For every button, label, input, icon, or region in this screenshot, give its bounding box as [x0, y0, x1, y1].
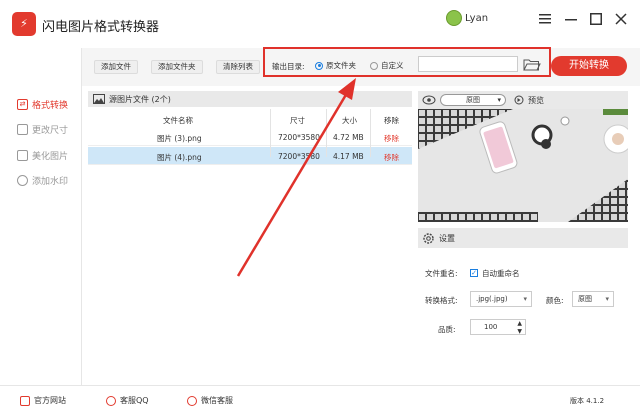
output-path-input[interactable] — [418, 56, 518, 72]
column-divider — [270, 109, 271, 157]
file-list-header: 源图片文件 (2个) — [88, 91, 412, 107]
auto-rename-checkbox[interactable]: ✓ — [470, 269, 478, 277]
qq-support-link[interactable]: 客服QQ — [106, 395, 149, 406]
remove-link[interactable]: 移除 — [384, 152, 399, 163]
radio-on-icon — [315, 61, 323, 70]
convert-icon: ⇄ — [17, 98, 28, 110]
file-dimensions: 7200*3580 — [278, 133, 320, 142]
column-header-remove: 移除 — [384, 116, 399, 125]
folder-open-icon[interactable] — [523, 58, 541, 71]
add-file-button[interactable]: 添加文件 — [94, 60, 138, 74]
preview-toggle-icon[interactable] — [514, 95, 524, 105]
sidebar-item-label: 格式转换 — [32, 100, 69, 111]
sidebar-item-label: 美化图片 — [32, 151, 69, 162]
file-size: 4.72 MB — [333, 133, 364, 142]
title-bar: ⚡ 闪电图片格式转换器 Lyan — [0, 0, 640, 48]
column-divider — [326, 109, 327, 157]
format-label: 转换格式: — [425, 296, 458, 305]
sidebar: ⇄ 格式转换 更改尺寸 美化图片 添加水印 — [0, 48, 82, 385]
radio-source-label: 原文件夹 — [326, 61, 356, 70]
qq-label: 客服QQ — [120, 396, 149, 405]
sidebar-item-beautify[interactable]: 美化图片 — [17, 147, 68, 163]
settings-panel: 设置 文件重名: ✓ 自动重命名 转换格式: .jpg(.jpg) ▾ 颜色: … — [418, 228, 628, 378]
sidebar-item-convert[interactable]: ⇄ 格式转换 — [17, 96, 68, 112]
column-header-size: 尺寸 — [290, 116, 305, 125]
output-directory-label: 输出目录: — [272, 62, 305, 71]
chevron-down-icon: ▾ — [497, 96, 501, 104]
file-name: 图片 (4).png — [157, 153, 202, 162]
radio-source-folder[interactable]: 原文件夹 — [315, 60, 356, 71]
sidebar-item-label: 更改尺寸 — [32, 125, 69, 136]
version-text: 版本 4.1.2 — [570, 397, 605, 405]
website-label: 官方网站 — [34, 396, 66, 405]
table-row[interactable]: 图片 (3).png 7200*3580 4.72 MB 移除 — [88, 128, 412, 146]
preview-header: 原图 ▾ 预览 — [418, 91, 628, 109]
color-label: 颜色: — [546, 296, 564, 305]
column-header-name: 文件名称 — [163, 116, 193, 125]
wechat-support-link[interactable]: 微信客服 — [187, 395, 233, 406]
file-size: 4.17 MB — [333, 152, 364, 161]
minimize-icon[interactable] — [562, 10, 580, 28]
resize-icon — [17, 123, 28, 135]
quality-stepper[interactable]: 100 ▲ ▼ — [470, 319, 526, 335]
radio-off-icon — [370, 61, 378, 70]
chevron-down-icon: ▾ — [605, 295, 609, 303]
user-avatar-icon — [446, 10, 462, 26]
watermark-icon — [17, 174, 28, 186]
wechat-icon — [187, 395, 197, 406]
wechat-label: 微信客服 — [201, 396, 233, 405]
app-title: 闪电图片格式转换器 — [42, 20, 160, 35]
footer: 官方网站 客服QQ 微信客服 版本 4.1.2 — [0, 385, 640, 418]
column-divider — [370, 109, 371, 157]
quality-value: 100 — [484, 323, 498, 331]
file-list-title: 源图片文件 (2个) — [109, 94, 171, 104]
preview-image — [418, 109, 628, 222]
format-value: .jpg(.jpg) — [476, 295, 508, 303]
column-header-filesize: 大小 — [342, 116, 357, 125]
clear-list-button[interactable]: 清除列表 — [216, 60, 260, 74]
add-folder-button[interactable]: 添加文件夹 — [151, 60, 203, 74]
maximize-icon[interactable] — [587, 10, 605, 28]
file-dimensions: 7200*3580 — [278, 152, 320, 161]
table-row[interactable]: 图片 (4).png 7200*3580 4.17 MB 移除 — [88, 147, 412, 165]
remove-link[interactable]: 移除 — [384, 133, 399, 144]
user-name: Lyan — [465, 12, 489, 24]
sidebar-item-label: 添加水印 — [32, 176, 69, 187]
radio-custom-label: 自定义 — [381, 61, 404, 70]
file-list-panel: 源图片文件 (2个) 文件名称 尺寸 大小 移除 图片 (3).png 7200… — [88, 91, 412, 378]
sidebar-item-watermark[interactable]: 添加水印 — [17, 172, 68, 188]
stepper-down-icon[interactable]: ▼ — [517, 325, 522, 339]
eye-icon — [422, 95, 436, 105]
preview-label: 预览 — [528, 96, 544, 105]
official-website-link[interactable]: 官方网站 — [20, 395, 66, 406]
qq-icon — [106, 395, 116, 406]
start-convert-button[interactable]: 开始转换 — [551, 56, 627, 76]
menu-icon[interactable] — [536, 10, 554, 28]
rename-label: 文件重名: — [425, 269, 458, 278]
format-select[interactable]: .jpg(.jpg) ▾ — [470, 291, 532, 307]
sidebar-item-resize[interactable]: 更改尺寸 — [17, 121, 68, 137]
file-name: 图片 (3).png — [157, 134, 202, 143]
preview-mode-value: 原图 — [466, 96, 480, 104]
auto-rename-label: 自动重命名 — [482, 269, 520, 278]
image-icon — [93, 94, 105, 104]
preview-panel: 原图 ▾ 预览 — [418, 91, 628, 222]
settings-title: 设置 — [439, 233, 455, 243]
close-icon[interactable] — [612, 10, 630, 28]
chevron-down-icon: ▾ — [523, 295, 527, 303]
app-logo: ⚡ — [12, 12, 36, 36]
monitor-icon — [20, 395, 30, 406]
radio-custom[interactable]: 自定义 — [370, 60, 404, 71]
quality-label: 品质: — [438, 325, 456, 334]
settings-header: 设置 — [418, 228, 628, 248]
color-value: 原图 — [578, 295, 592, 303]
gear-icon — [423, 232, 434, 244]
user-account[interactable]: Lyan — [446, 10, 488, 26]
preview-mode-select[interactable]: 原图 ▾ — [440, 94, 506, 106]
beautify-icon — [17, 149, 28, 161]
color-select[interactable]: 原图 ▾ — [572, 291, 614, 307]
